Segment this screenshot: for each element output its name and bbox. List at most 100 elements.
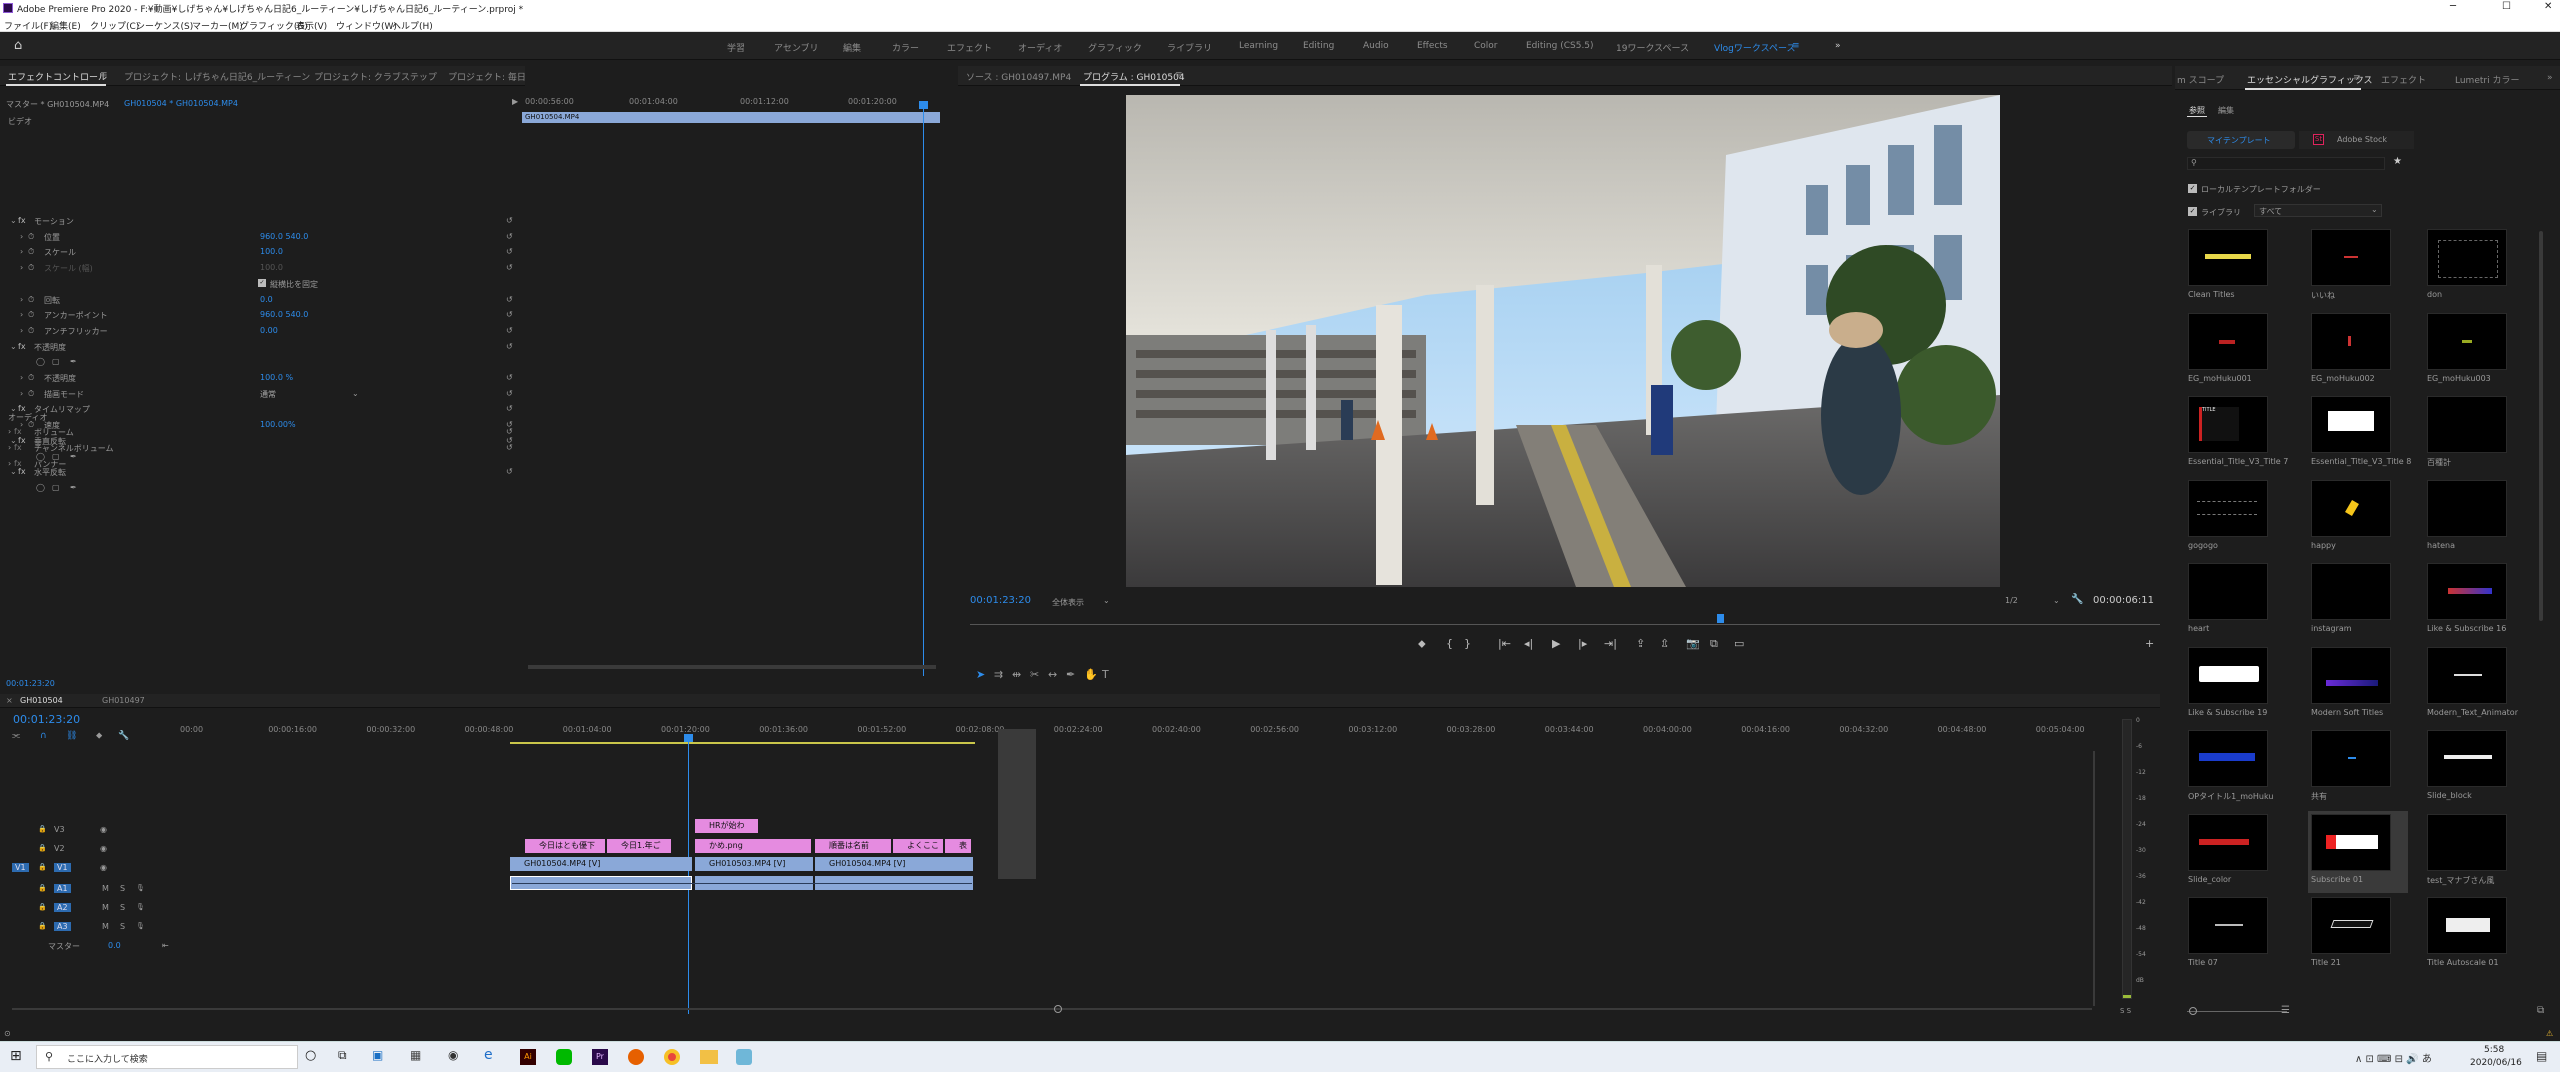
taskbar-clock[interactable]: 5:58: [2484, 1045, 2504, 1055]
ec-clip-bar[interactable]: GH010504.MP4: [522, 112, 940, 123]
timeline-hscroll[interactable]: [12, 1008, 2092, 1010]
add-button-icon[interactable]: +: [2145, 637, 2154, 650]
timeline-playhead[interactable]: [688, 734, 689, 1014]
ec-playhead[interactable]: [923, 101, 924, 676]
minimize-button[interactable]: ─: [2450, 1, 2456, 12]
master-track-value[interactable]: 0.0: [108, 941, 121, 950]
track-name[interactable]: V1: [54, 863, 71, 872]
premiere-icon[interactable]: Pr: [592, 1049, 608, 1065]
template-item[interactable]: don: [2424, 226, 2536, 308]
ec-effect-header[interactable]: ⌄ fx タイムリマップ ↺: [0, 404, 520, 420]
menu-help[interactable]: ヘルプ(H): [392, 19, 433, 32]
ec-property-row[interactable]: › ⏱ 描画モード 通常 ⌄ ↺: [0, 389, 520, 405]
system-tray-icons[interactable]: ∧ ⊡ ⌨ ⊟ 🔊 あ: [2355, 1050, 2432, 1065]
resolution-chevron-down-icon[interactable]: ⌄: [2053, 596, 2060, 605]
program-timecode[interactable]: 00:01:23:20: [970, 595, 1031, 606]
template-item[interactable]: いいね: [2308, 226, 2408, 308]
solo-button[interactable]: S: [120, 922, 125, 931]
fx-icon[interactable]: fx: [18, 216, 26, 225]
template-item[interactable]: Slide_block: [2424, 727, 2536, 809]
adobe-stock-button[interactable]: St Adobe Stock: [2299, 131, 2414, 149]
slip-tool-icon[interactable]: ↔: [1048, 668, 1057, 681]
pen-mask-icon[interactable]: ✒: [70, 357, 77, 366]
solo-button[interactable]: S: [120, 884, 125, 893]
template-item[interactable]: 百種計: [2424, 393, 2536, 475]
new-item-icon[interactable]: ⧉: [2537, 1005, 2544, 1016]
ec-property-row[interactable]: › ⏱ 位置 960.0 540.0 ↺: [0, 232, 520, 248]
menu-clip[interactable]: クリップ(C): [90, 19, 139, 32]
workspace-tab[interactable]: 19ワークスペース: [1616, 41, 1689, 54]
workspace-tab[interactable]: ライブラリ: [1167, 41, 1212, 54]
workspace-tab[interactable]: Color: [1474, 41, 1498, 51]
menu-view[interactable]: 表示(V): [296, 19, 327, 32]
reset-icon[interactable]: ↺: [506, 263, 513, 272]
selection-tool-icon[interactable]: ➤: [976, 668, 985, 681]
template-item[interactable]: Slide_color: [2185, 811, 2285, 893]
thumb-size-handle[interactable]: [2189, 1007, 2197, 1015]
add-marker-icon[interactable]: ⬥: [96, 731, 102, 741]
reset-icon[interactable]: ↺: [506, 373, 513, 382]
ec-row-value[interactable]: 100.0 %: [260, 373, 293, 382]
tab-project-2[interactable]: プロジェクト: クラブステップ: [314, 70, 437, 83]
task-view-icon[interactable]: ⧉: [338, 1048, 347, 1063]
go-to-in-icon[interactable]: |⇤: [1498, 637, 1511, 650]
template-item[interactable]: TITLE Essential_Title_V3_Title 7: [2185, 393, 2288, 475]
panel-menu-icon[interactable]: ≡: [2353, 73, 2361, 83]
workspace-tab[interactable]: カラー: [892, 41, 919, 54]
ec-property-row[interactable]: › ⏱ 不透明度 100.0 % ↺: [0, 373, 520, 389]
reset-icon[interactable]: ↺: [506, 342, 513, 351]
clip-v1[interactable]: GH010504.MP4 [V]: [815, 857, 973, 871]
expand-chevron-icon[interactable]: ›: [20, 247, 23, 256]
ec-effect-header[interactable]: ⌄ fx 不透明度 ↺: [0, 342, 520, 358]
ec-row-audio-channel[interactable]: › fx チャンネルボリューム ↺: [0, 443, 520, 459]
expand-chevron-icon[interactable]: ›: [20, 373, 23, 382]
libraries-select[interactable]: すべて ⌄: [2254, 204, 2382, 217]
workspace-tab[interactable]: グラフィック: [1088, 41, 1142, 54]
track-name[interactable]: V2: [54, 844, 65, 853]
clip-v3-title[interactable]: HRが始わ: [695, 819, 758, 833]
work-area-bar[interactable]: [510, 742, 975, 744]
tab-project-1[interactable]: プロジェクト: しげちゃん日記6_ルーティーン: [124, 70, 310, 83]
subtab-browse[interactable]: 参照: [2189, 105, 2205, 116]
template-item[interactable]: EG_moHuku003: [2424, 310, 2536, 392]
notification-icon[interactable]: ▤: [2536, 1049, 2547, 1063]
panel-menu-icon[interactable]: ≡: [1175, 70, 1183, 80]
ec-row-audio-panner[interactable]: › fx パンナー: [0, 459, 520, 475]
local-templates-checkbox[interactable]: ✓: [2188, 184, 2197, 193]
workspace-tab[interactable]: Editing: [1303, 41, 1334, 51]
stopwatch-icon[interactable]: ⏱: [28, 326, 34, 336]
favorites-star-icon[interactable]: ★: [2393, 156, 2402, 167]
eye-icon[interactable]: ◉: [100, 844, 107, 853]
mark-out-icon[interactable]: }: [1464, 637, 1471, 650]
template-item[interactable]: test_マナブさん風: [2424, 811, 2536, 893]
program-video-frame[interactable]: [1126, 95, 2000, 587]
source-patch-v1[interactable]: V1: [12, 863, 29, 872]
mic-icon[interactable]: 🎙: [136, 884, 145, 892]
tab-effects[interactable]: エフェクト: [2381, 73, 2426, 86]
clip-v2[interactable]: 順番は名前: [815, 839, 891, 853]
ec-property-row[interactable]: › ⏱ スケール (幅) 100.0 ↺: [0, 263, 520, 279]
app-icon[interactable]: [736, 1049, 752, 1065]
tab-scopes[interactable]: m スコープ: [2177, 73, 2224, 86]
solo-button[interactable]: S: [120, 903, 125, 912]
template-item[interactable]: Title 07: [2185, 894, 2285, 976]
tab-sequence-2[interactable]: GH010497: [102, 696, 145, 705]
maximize-button[interactable]: ☐: [2502, 1, 2511, 12]
template-item[interactable]: heart: [2185, 560, 2285, 642]
tab-project-3[interactable]: プロジェクト: 毎日: [448, 70, 526, 83]
snap-icon[interactable]: ∩: [40, 731, 47, 741]
eye-icon[interactable]: ◉: [100, 863, 107, 872]
sequence-source-label[interactable]: GH010504 * GH010504.MP4: [124, 99, 238, 108]
expand-chevron-icon[interactable]: ›: [20, 263, 23, 272]
template-item[interactable]: Modern_Text_Animator: [2424, 644, 2536, 726]
rect-mask-icon[interactable]: ▢: [52, 483, 60, 492]
ec-property-row[interactable]: ◯ ▢ ✒: [0, 483, 520, 499]
mute-button[interactable]: M: [102, 922, 109, 931]
menu-edit[interactable]: 編集(E): [50, 19, 81, 32]
chevron-down-icon[interactable]: ⌄: [352, 389, 359, 398]
ec-timecode[interactable]: 00:01:23:20: [6, 679, 55, 688]
mark-in-icon[interactable]: {: [1446, 637, 1453, 650]
track-select-tool-icon[interactable]: ⇉: [994, 668, 1003, 681]
illustrator-icon[interactable]: Ai: [520, 1049, 536, 1065]
firefox-icon[interactable]: [628, 1049, 644, 1065]
